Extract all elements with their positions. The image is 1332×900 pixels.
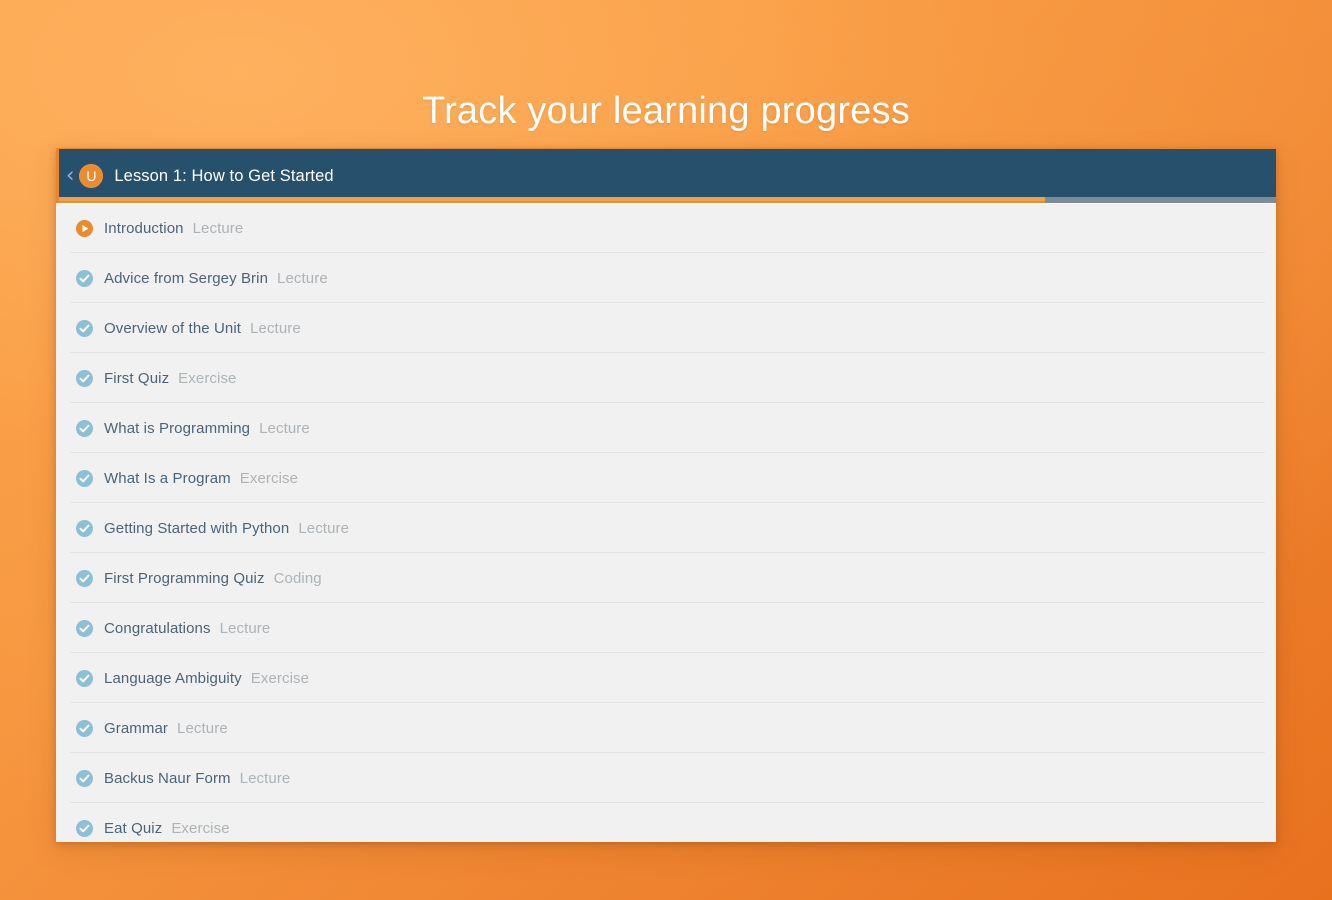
page-title: Track your learning progress — [422, 90, 910, 133]
lesson-name: Getting Started with Python — [104, 519, 290, 537]
lesson-row[interactable]: First Programming Quiz Coding — [56, 553, 1276, 603]
lesson-type: Lecture — [219, 619, 271, 637]
lesson-name: First Quiz — [104, 369, 170, 387]
lesson-name: First Programming Quiz — [104, 569, 265, 587]
udacity-logo-icon[interactable]: U — [79, 164, 104, 188]
check-circle-icon — [76, 719, 93, 737]
lesson-type: Coding — [273, 569, 322, 587]
chevron-left-icon[interactable]: ‹ — [66, 164, 74, 186]
lesson-row[interactable]: Overview of the Unit Lecture — [56, 303, 1276, 353]
lesson-name: Eat Quiz — [104, 819, 163, 837]
lesson-row[interactable]: Getting Started with Python Lecture — [56, 503, 1276, 553]
check-circle-icon — [76, 369, 93, 387]
lesson-type: Lecture — [177, 719, 228, 737]
check-circle-icon — [76, 319, 93, 337]
lesson-type: Exercise — [178, 369, 237, 387]
check-circle-icon — [76, 269, 93, 287]
check-circle-icon — [76, 519, 93, 537]
lesson-type: Lecture — [298, 519, 350, 537]
check-circle-icon — [76, 819, 93, 837]
lesson-name: Advice from Sergey Brin — [104, 269, 269, 287]
check-circle-icon — [76, 669, 93, 687]
lesson-type: Exercise — [239, 469, 299, 487]
lesson-row[interactable]: Eat Quiz Exercise — [56, 803, 1276, 842]
lesson-name: Introduction — [104, 219, 184, 237]
lesson-card-header: ‹ U Lesson 1: How to Get Started — [56, 148, 1276, 203]
lesson-title: Lesson 1: How to Get Started — [114, 166, 334, 185]
lesson-name: What is Programming — [104, 419, 251, 437]
check-circle-icon — [76, 619, 93, 637]
check-circle-icon — [76, 419, 93, 437]
lesson-name: What Is a Program — [104, 469, 231, 487]
lesson-card: ‹ U Lesson 1: How to Get Started Introdu… — [56, 148, 1276, 842]
lesson-type: Lecture — [277, 269, 328, 287]
lesson-name: Overview of the Unit — [104, 319, 242, 337]
lesson-name: Backus Naur Form — [104, 769, 231, 787]
lesson-row[interactable]: Introduction Lecture — [56, 203, 1276, 253]
check-circle-icon — [76, 469, 93, 487]
logo-letter: U — [86, 168, 97, 184]
lesson-row[interactable]: Backus Naur Form Lecture — [56, 753, 1276, 803]
lesson-row[interactable]: First Quiz Exercise — [56, 353, 1276, 403]
check-circle-icon — [76, 569, 93, 587]
lesson-row[interactable]: What Is a Program Exercise — [56, 453, 1276, 503]
lesson-type: Lecture — [250, 319, 301, 337]
lesson-name: Grammar — [104, 719, 169, 737]
lesson-type: Lecture — [259, 419, 310, 437]
lesson-row[interactable]: Advice from Sergey Brin Lecture — [56, 253, 1276, 303]
lesson-row[interactable]: Congratulations Lecture — [56, 603, 1276, 653]
lesson-name: Congratulations — [104, 619, 211, 637]
app-root: Track your learning progress ‹ U Lesson … — [0, 0, 1332, 900]
lesson-type: Exercise — [250, 669, 310, 687]
lesson-type: Exercise — [171, 819, 230, 837]
lesson-row[interactable]: Language Ambiguity Exercise — [56, 653, 1276, 703]
play-icon — [76, 219, 93, 237]
lesson-list[interactable]: Introduction Lecture Advice from Sergey Br… — [56, 203, 1276, 842]
lesson-name: Language Ambiguity — [104, 669, 242, 687]
check-circle-icon — [76, 769, 93, 787]
lesson-row[interactable]: Grammar Lecture — [56, 703, 1276, 753]
lesson-row[interactable]: What is Programming Lecture — [56, 403, 1276, 453]
lesson-type: Lecture — [192, 219, 244, 237]
lesson-type: Lecture — [239, 769, 291, 787]
